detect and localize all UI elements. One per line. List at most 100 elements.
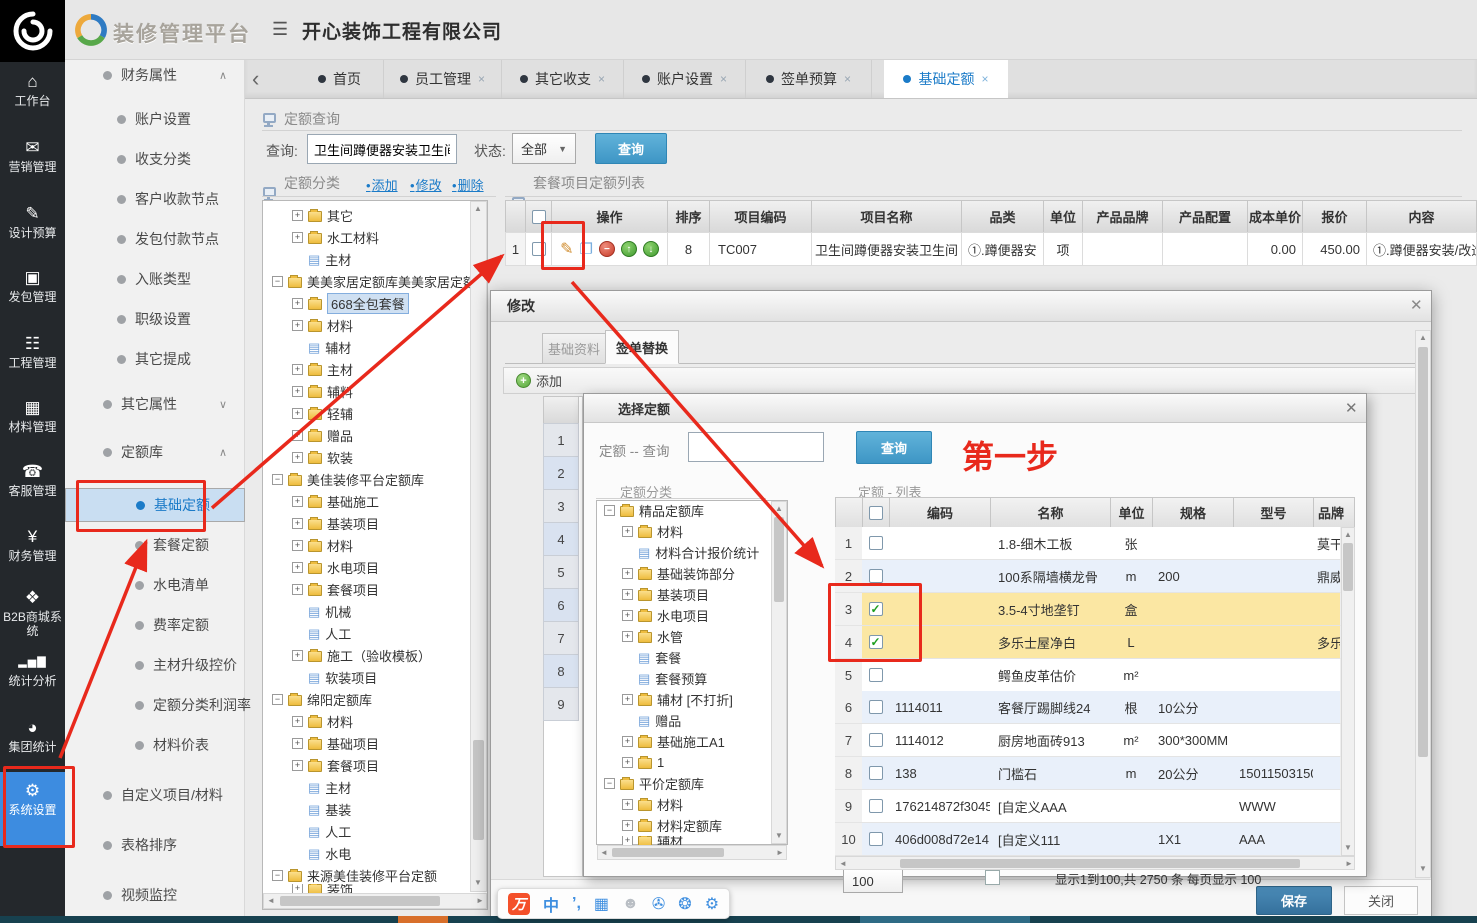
- nav-marketing[interactable]: ✉营销管理: [0, 138, 65, 175]
- scroll-up-icon[interactable]: ▲: [775, 504, 783, 514]
- picker-select-all-checkbox[interactable]: [869, 506, 883, 520]
- tree-item[interactable]: 施工（验收模板）: [292, 645, 431, 665]
- sidebar-item-rate-quota[interactable]: 费率定额: [65, 610, 245, 640]
- chinese-mode-icon[interactable]: 中: [543, 892, 559, 916]
- tree-item[interactable]: 辅材: [622, 836, 683, 845]
- row-checkbox[interactable]: [532, 242, 546, 256]
- delete-icon[interactable]: −: [599, 241, 615, 257]
- sidebar-item-income-category[interactable]: 收支分类: [65, 144, 245, 174]
- move-down-icon[interactable]: ↓: [643, 241, 659, 257]
- scroll-up-icon[interactable]: ▲: [1344, 530, 1352, 540]
- save-button[interactable]: 保存: [1256, 886, 1332, 915]
- tree-item[interactable]: 基础施工A1: [622, 731, 725, 751]
- scroll-right-icon[interactable]: ►: [1345, 859, 1353, 869]
- tree-item[interactable]: ▤人工: [308, 623, 351, 643]
- nav-b2b-mall[interactable]: ❖B2B商城系统: [0, 588, 65, 638]
- status-select[interactable]: 全部▼: [512, 133, 576, 164]
- tree-item[interactable]: ▤人工: [308, 821, 351, 841]
- tree-item[interactable]: 水电项目: [622, 605, 709, 625]
- tree-item[interactable]: 平价定额库: [604, 773, 704, 793]
- tree-item[interactable]: 水工材料: [292, 227, 379, 247]
- tree-item[interactable]: 基装项目: [622, 584, 709, 604]
- scroll-down-icon[interactable]: ▼: [775, 831, 783, 841]
- nav-statistics[interactable]: ▂▅▇统计分析: [0, 652, 65, 689]
- tabs-back-arrow[interactable]: ‹: [252, 66, 259, 92]
- scroll-down-icon[interactable]: ▼: [1344, 843, 1352, 853]
- close-button[interactable]: 关闭: [1344, 886, 1418, 915]
- sogou-logo-icon[interactable]: 万: [508, 893, 530, 915]
- sidebar-item-other-props[interactable]: 其它属性∨: [65, 389, 245, 419]
- punctuation-icon[interactable]: ’,: [572, 895, 581, 913]
- scroll-up-icon[interactable]: ▲: [474, 204, 482, 214]
- tree-item[interactable]: 材料: [622, 521, 683, 541]
- query-input[interactable]: [307, 134, 457, 164]
- tree-item[interactable]: ▤材料合计报价统计: [638, 542, 759, 562]
- prow-checkbox-checked[interactable]: [869, 635, 883, 649]
- sidebar-item-quota-library[interactable]: 定额库∧: [65, 437, 245, 467]
- tree-item[interactable]: ▤水电: [308, 843, 351, 863]
- close-icon[interactable]: ×: [844, 72, 851, 86]
- nav-design-budget[interactable]: ✎设计预算: [0, 204, 65, 241]
- scroll-down-icon[interactable]: ▼: [474, 878, 482, 888]
- category-delete-link[interactable]: 删除: [452, 175, 484, 194]
- tree-item[interactable]: 基础装饰部分: [622, 563, 735, 583]
- tree-item[interactable]: 基础施工: [292, 491, 379, 511]
- ime-toolbar[interactable]: 万 中 ’, ▦ ☻ ✇ ❂ ⚙: [497, 888, 730, 919]
- close-icon[interactable]: ×: [598, 72, 605, 86]
- prow-checkbox[interactable]: [869, 733, 883, 747]
- select-all-checkbox[interactable]: [532, 210, 546, 224]
- prow-checkbox[interactable]: [869, 832, 883, 846]
- edit-icon[interactable]: ✎: [560, 239, 573, 259]
- collapse-menu-icon[interactable]: ☰: [272, 19, 288, 40]
- tree-item[interactable]: ▤套餐预算: [638, 668, 707, 688]
- prow-checkbox[interactable]: [869, 766, 883, 780]
- prow-checkbox[interactable]: [869, 700, 883, 714]
- sidebar-item-table-sort[interactable]: 表格排序: [65, 830, 245, 860]
- prow-checkbox[interactable]: [869, 799, 883, 813]
- nav-group-stats[interactable]: ◕集团统计: [0, 718, 65, 755]
- nav-workbench[interactable]: ⌂工作台: [0, 72, 65, 109]
- page-size-select[interactable]: 100: [843, 869, 903, 893]
- scroll-right-icon[interactable]: ►: [476, 896, 484, 906]
- copy-icon[interactable]: ❐: [579, 240, 592, 258]
- tab-account-setup[interactable]: 账户设置×: [624, 60, 746, 98]
- tab-employee[interactable]: 员工管理×: [384, 60, 502, 98]
- prow-checkbox[interactable]: [869, 536, 883, 550]
- pager-checkbox[interactable]: [985, 870, 1000, 885]
- tree-item[interactable]: 其它: [292, 205, 353, 225]
- nav-material[interactable]: ▦材料管理: [0, 398, 65, 435]
- tree-item[interactable]: 美美家居定额库美美家居定额: [272, 271, 486, 291]
- sidebar-item-material-price-table[interactable]: 材料价表: [65, 730, 245, 760]
- sidebar-item-quota-profit-rate[interactable]: 定额分类利润率: [65, 690, 245, 720]
- sidebar-item-finance-props[interactable]: 财务属性∧: [65, 60, 245, 90]
- tree-item[interactable]: 材料: [292, 315, 353, 335]
- tree-item[interactable]: 套餐项目: [292, 755, 379, 775]
- edit-modal-close-icon[interactable]: ✕: [1410, 296, 1423, 314]
- tree-item[interactable]: 辅材 [不打折]: [622, 689, 733, 709]
- picker-query-input[interactable]: [688, 432, 824, 462]
- modal-tab-sign-replace[interactable]: 签单替换: [605, 330, 679, 364]
- tree-item[interactable]: 美佳装修平台定额库: [272, 469, 424, 489]
- tree-item[interactable]: 赠品: [292, 425, 353, 445]
- tree-item[interactable]: 来源美佳装修平台定额: [272, 865, 437, 885]
- tree-item[interactable]: 水电项目: [292, 557, 379, 577]
- close-icon[interactable]: ×: [981, 72, 988, 86]
- tree-item[interactable]: 轻辅: [292, 403, 353, 423]
- scroll-right-icon[interactable]: ►: [776, 848, 784, 858]
- sidebar-item-dispatch-payment-node[interactable]: 发包付款节点: [65, 224, 245, 254]
- tree-item[interactable]: 材料: [292, 535, 353, 555]
- sidebar-item-customer-payment-node[interactable]: 客户收款节点: [65, 184, 245, 214]
- modal-add-toolbar[interactable]: +添加: [503, 367, 1418, 394]
- tree-item[interactable]: 套餐项目: [292, 579, 379, 599]
- skin-icon[interactable]: ✇: [652, 894, 665, 914]
- picker-close-icon[interactable]: ✕: [1345, 399, 1358, 417]
- category-edit-link[interactable]: 修改: [410, 175, 442, 194]
- scroll-left-icon[interactable]: ◄: [839, 859, 847, 869]
- sidebar-item-entry-type[interactable]: 入账类型: [65, 264, 245, 294]
- search-button[interactable]: 查询: [595, 133, 667, 164]
- nav-service[interactable]: ☎客服管理: [0, 462, 65, 499]
- tree-item[interactable]: 绵阳定额库: [272, 689, 372, 709]
- tab-sign-budget[interactable]: 签单预算×: [746, 60, 872, 98]
- tab-home[interactable]: 首页: [296, 60, 384, 98]
- tree-item[interactable]: 材料定额库: [622, 815, 722, 835]
